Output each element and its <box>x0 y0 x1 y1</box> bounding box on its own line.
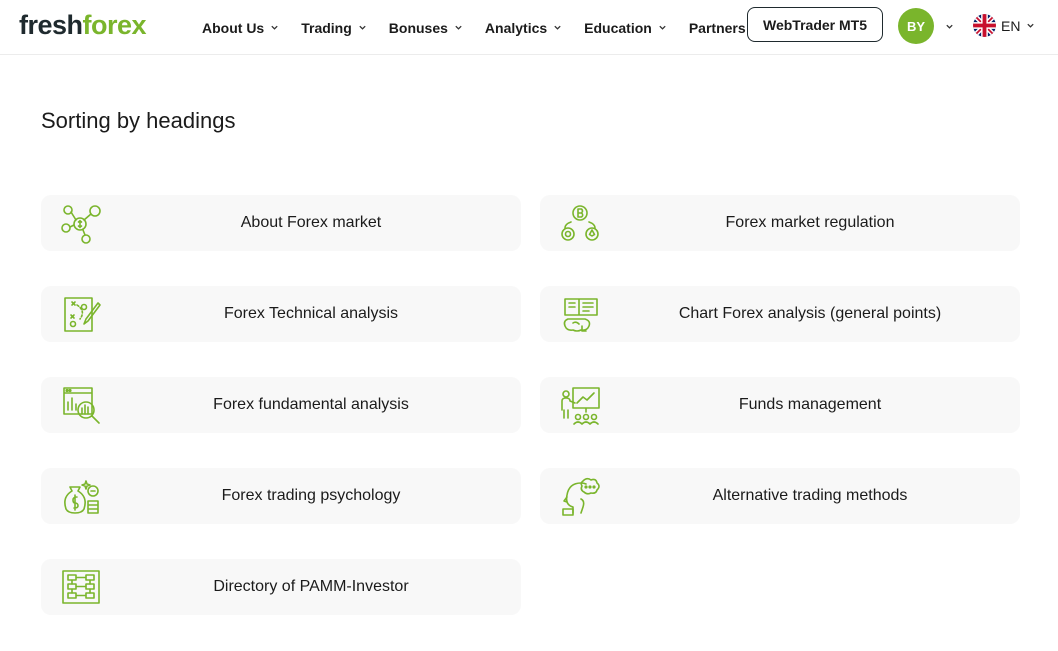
nav-partners[interactable]: Partners <box>689 20 746 36</box>
category-funds-management[interactable]: Funds management <box>540 377 1020 433</box>
category-chart-forex-analysis[interactable]: Chart Forex analysis (general points) <box>540 286 1020 342</box>
chevron-down-icon <box>455 25 462 30</box>
category-label: Forex fundamental analysis <box>213 396 409 413</box>
nav-bonuses[interactable]: Bonuses <box>389 20 463 36</box>
head-thought-icon <box>562 477 600 516</box>
chevron-down-icon <box>271 25 278 30</box>
category-label: Directory of PAMM-Investor <box>213 578 409 595</box>
nav-bonuses-label: Bonuses <box>388 19 448 36</box>
language-selector[interactable]: EN <box>973 14 1035 37</box>
crypto-coins-icon <box>561 205 599 241</box>
nav-analytics[interactable]: Analytics <box>485 20 562 36</box>
category-label: Chart Forex analysis (general points) <box>678 305 942 322</box>
flowchart-icon <box>62 570 100 604</box>
category-label: Funds management <box>738 396 882 413</box>
category-label: Forex trading psychology <box>221 487 401 504</box>
chart-magnifier-icon <box>63 387 100 424</box>
category-label: About Forex market <box>240 214 382 231</box>
category-label: Alternative trading methods <box>712 487 908 504</box>
language-label: EN <box>1001 17 1021 34</box>
nav-partners-label: Partners <box>688 19 746 36</box>
nav-analytics-label: Analytics <box>484 19 548 36</box>
money-bag-icon <box>64 480 99 514</box>
uk-flag-icon <box>973 14 996 37</box>
nav-trading-label: Trading <box>301 19 352 36</box>
strategy-board-icon <box>64 297 101 332</box>
chevron-down-icon <box>1027 23 1035 28</box>
category-alternative-trading-methods[interactable]: Alternative trading methods <box>540 468 1020 524</box>
logo-part-forex: forex <box>82 10 147 40</box>
chevron-down-icon <box>359 25 366 30</box>
nav-about-us[interactable]: About Us <box>202 20 279 36</box>
category-forex-market-regulation[interactable]: Forex market regulation <box>540 195 1020 251</box>
network-coins-icon <box>61 205 101 244</box>
nav-education[interactable]: Education <box>584 20 667 36</box>
webtrader-button[interactable]: WebTrader MT5 <box>747 7 883 42</box>
page-title: Sorting by headings <box>41 108 236 133</box>
nav-trading[interactable]: Trading <box>301 20 367 36</box>
category-about-forex-market[interactable]: About Forex market <box>41 195 521 251</box>
category-forex-fundamental-analysis[interactable]: Forex fundamental analysis <box>41 377 521 433</box>
user-avatar[interactable]: BY <box>898 8 934 44</box>
brain-book-icon <box>563 298 598 332</box>
main-nav: About Us Trading Bonuses Analytics Educa… <box>202 0 768 55</box>
category-label: Forex market regulation <box>725 214 895 231</box>
site-header: freshforex About Us Trading Bonuses Anal… <box>0 0 1058 55</box>
nav-about-us-label: About Us <box>202 19 265 36</box>
nav-education-label: Education <box>584 19 652 36</box>
category-label: Forex Technical analysis <box>223 305 398 322</box>
category-forex-technical-analysis[interactable]: Forex Technical analysis <box>41 286 521 342</box>
category-directory-of-pamm-investor[interactable]: Directory of PAMM-Investor <box>41 559 521 615</box>
chevron-down-icon[interactable] <box>945 22 954 31</box>
chevron-down-icon <box>554 25 561 30</box>
category-forex-trading-psychology[interactable]: Forex trading psychology <box>41 468 521 524</box>
freshforex-logo[interactable]: freshforex <box>19 10 147 40</box>
presentation-icon <box>561 387 600 425</box>
chevron-down-icon <box>659 25 666 30</box>
logo-part-fresh: fresh <box>19 10 83 40</box>
